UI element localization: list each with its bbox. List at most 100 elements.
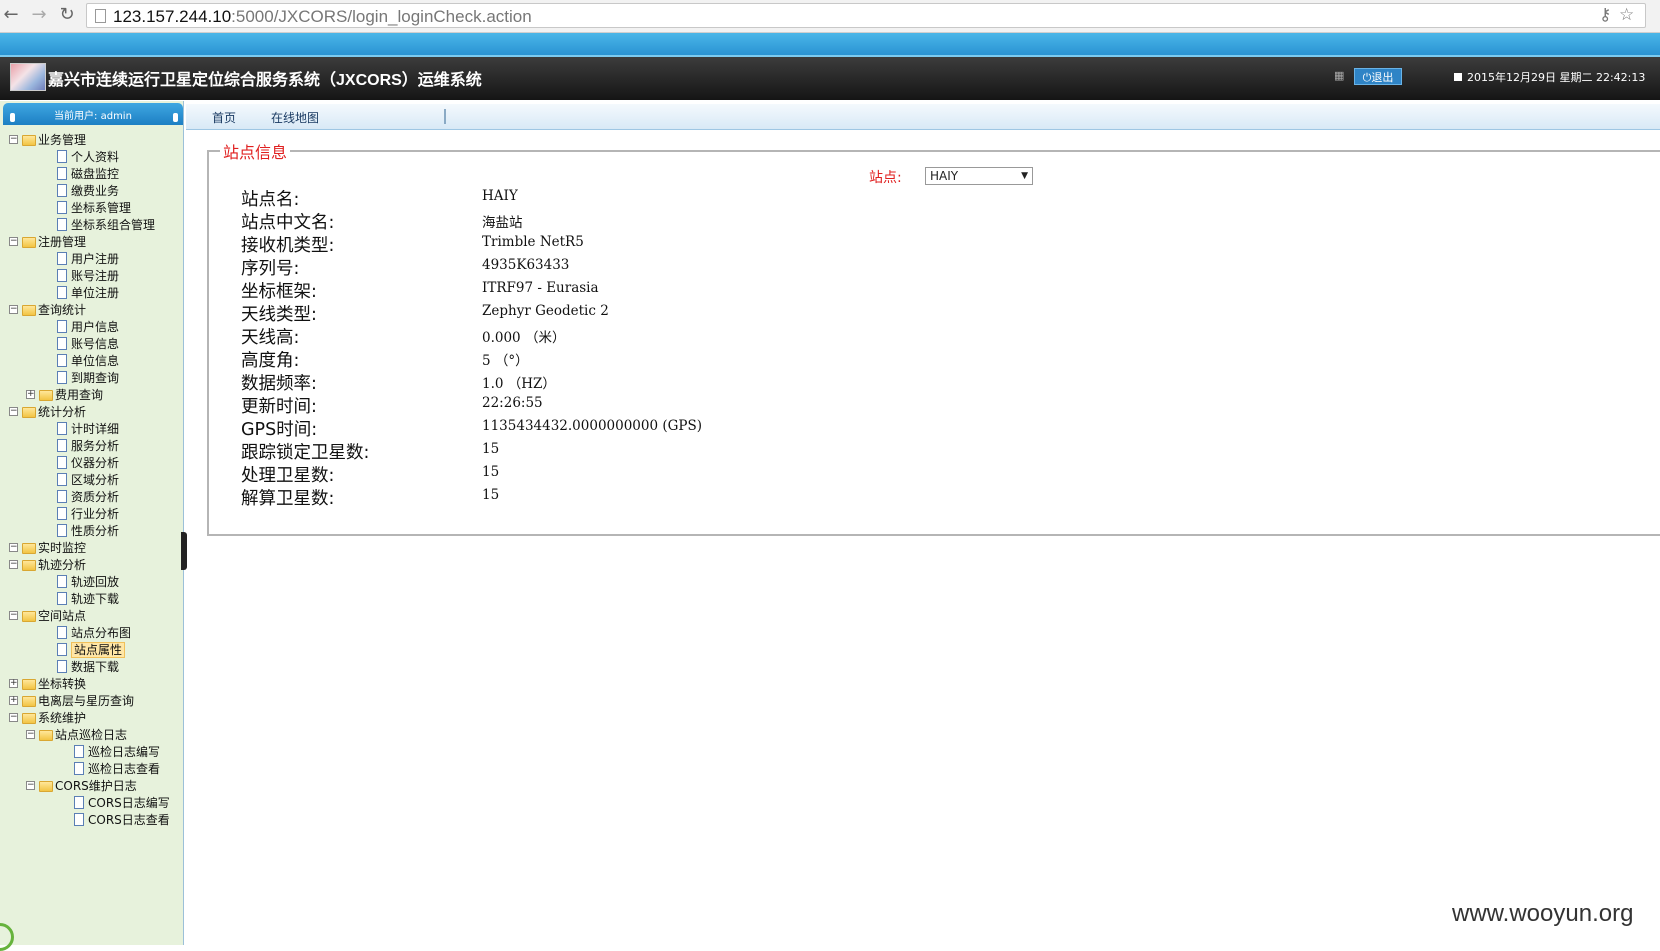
browser-toolbar: ← → ↻ 123.157.244.10:5000/JXCORS/login_l…	[0, 0, 1660, 33]
forward-arrow-icon[interactable]: →	[28, 4, 50, 26]
document-icon	[57, 354, 67, 367]
collapse-icon[interactable]: −	[26, 781, 35, 790]
tree-label: 性质分析	[71, 524, 120, 538]
field-row: 高度角: 5 （°）	[241, 347, 1041, 371]
tab-bar: 首页 在线地图	[186, 104, 1660, 130]
collapse-icon[interactable]: −	[9, 611, 18, 620]
tab-online-map[interactable]: 在线地图	[271, 109, 319, 126]
reload-icon[interactable]: ↻	[56, 4, 78, 26]
field-value: 15	[482, 487, 500, 503]
field-value: 5 （°）	[482, 353, 529, 369]
document-icon	[57, 439, 67, 452]
collapse-icon[interactable]: −	[9, 135, 18, 144]
collapse-icon[interactable]: −	[9, 543, 18, 552]
document-icon	[57, 626, 67, 639]
tab-divider	[444, 109, 446, 124]
tree-label: 轨迹分析	[38, 558, 87, 572]
tree-label: CORS日志编写	[88, 796, 170, 810]
expand-icon[interactable]: +	[9, 679, 18, 688]
document-icon	[57, 371, 67, 384]
field-value: 4935K63433	[482, 257, 570, 273]
logout-button[interactable]: ⏻退出	[1354, 68, 1402, 85]
tree-label: 单位信息	[71, 354, 120, 368]
field-label: 数据频率:	[241, 374, 317, 394]
tree-label: 实时监控	[38, 541, 87, 555]
document-icon	[57, 456, 67, 469]
field-label: 站点中文名:	[241, 213, 335, 233]
url-host: 123.157.244.10	[113, 7, 232, 26]
field-label: 解算卫星数:	[241, 489, 335, 509]
tree-label: 站点分布图	[71, 626, 132, 640]
tree-label: 仪器分析	[71, 456, 120, 470]
url-path: :5000/JXCORS/login_loginCheck.action	[231, 7, 532, 26]
tree-label: 轨迹下载	[71, 592, 120, 606]
key-icon[interactable]: ⚷	[1599, 5, 1611, 25]
tree-label: 统计分析	[38, 405, 87, 419]
folder-icon	[22, 135, 36, 146]
field-value: Zephyr Geodetic 2	[482, 303, 609, 319]
tree-label: 区域分析	[71, 473, 120, 487]
app-header: 嘉兴市连续运行卫星定位综合服务系统（JXCORS）运维系统 ▦ ⏻退出 2015…	[0, 55, 1660, 100]
tree-label: 数据下载	[71, 660, 120, 674]
expand-icon[interactable]: +	[9, 696, 18, 705]
tree-label: 坐标转换	[38, 677, 87, 691]
tree-label: 缴费业务	[71, 184, 120, 198]
tree-label: 用户信息	[71, 320, 120, 334]
folder-icon	[22, 713, 36, 724]
expand-icon[interactable]: +	[26, 390, 35, 399]
sidebar-collapse-handle[interactable]	[181, 532, 187, 570]
tree-label: 行业分析	[71, 507, 120, 521]
tree-label: 磁盘监控	[71, 167, 120, 181]
tree-label: 站点属性	[71, 642, 126, 658]
menu-grid-icon[interactable]: ▦	[1334, 70, 1345, 82]
collapse-icon[interactable]: −	[9, 305, 18, 314]
field-label: 站点名:	[241, 190, 300, 210]
collapse-icon[interactable]: −	[9, 713, 18, 722]
address-bar[interactable]: 123.157.244.10:5000/JXCORS/login_loginCh…	[86, 3, 1646, 28]
field-value: Trimble NetR5	[482, 234, 584, 250]
tree-label: 系统维护	[38, 711, 87, 725]
document-icon	[57, 184, 67, 197]
field-row: 更新时间: 22:26:55	[241, 393, 1041, 417]
field-row: 天线高: 0.000 （米）	[241, 324, 1041, 348]
folder-icon	[22, 696, 36, 707]
tree-label: 计时详细	[71, 422, 120, 436]
field-value: HAIY	[482, 188, 518, 204]
url-text: 123.157.244.10:5000/JXCORS/login_loginCh…	[113, 7, 532, 27]
collapse-icon[interactable]: −	[9, 560, 18, 569]
document-icon	[57, 422, 67, 435]
field-value: 22:26:55	[482, 395, 543, 411]
tree-label: CORS维护日志	[55, 779, 137, 793]
station-select[interactable]: HAIY ▼	[925, 167, 1033, 185]
field-row: 解算卫星数: 15	[241, 485, 1041, 509]
current-user: 当前用户: admin	[54, 111, 132, 122]
tree-label: 个人资料	[71, 150, 120, 164]
field-label: 处理卫星数:	[241, 466, 335, 486]
field-row: 天线类型: Zephyr Geodetic 2	[241, 301, 1041, 325]
tab-home[interactable]: 首页	[212, 109, 236, 126]
collapse-icon[interactable]: −	[9, 237, 18, 246]
field-label: 天线高:	[241, 328, 300, 348]
collapse-icon[interactable]: −	[9, 407, 18, 416]
document-icon	[74, 762, 84, 775]
header-strip	[0, 33, 1660, 55]
star-icon[interactable]: ☆	[1619, 5, 1634, 25]
document-icon	[74, 796, 84, 809]
collapse-icon[interactable]: −	[26, 730, 35, 739]
tree-label: CORS日志查看	[88, 813, 170, 827]
document-icon	[57, 269, 67, 282]
document-icon	[57, 201, 67, 214]
station-select-label: 站点:	[869, 170, 902, 186]
field-value: 0.000 （米）	[482, 330, 566, 346]
folder-icon	[22, 543, 36, 554]
tree-label: 站点巡检日志	[55, 728, 128, 742]
folder-icon	[39, 730, 53, 741]
datetime-display: 2015年12月29日 星期二 22:42:13	[1467, 71, 1646, 84]
back-arrow-icon[interactable]: ←	[0, 4, 22, 26]
tree-label: 到期查询	[71, 371, 120, 385]
tree-label: 费用查询	[55, 388, 104, 402]
field-label: 接收机类型:	[241, 236, 335, 256]
document-icon	[74, 813, 84, 826]
field-value: 1.0 （HZ）	[482, 376, 556, 392]
tree-label: 坐标系管理	[71, 201, 132, 215]
